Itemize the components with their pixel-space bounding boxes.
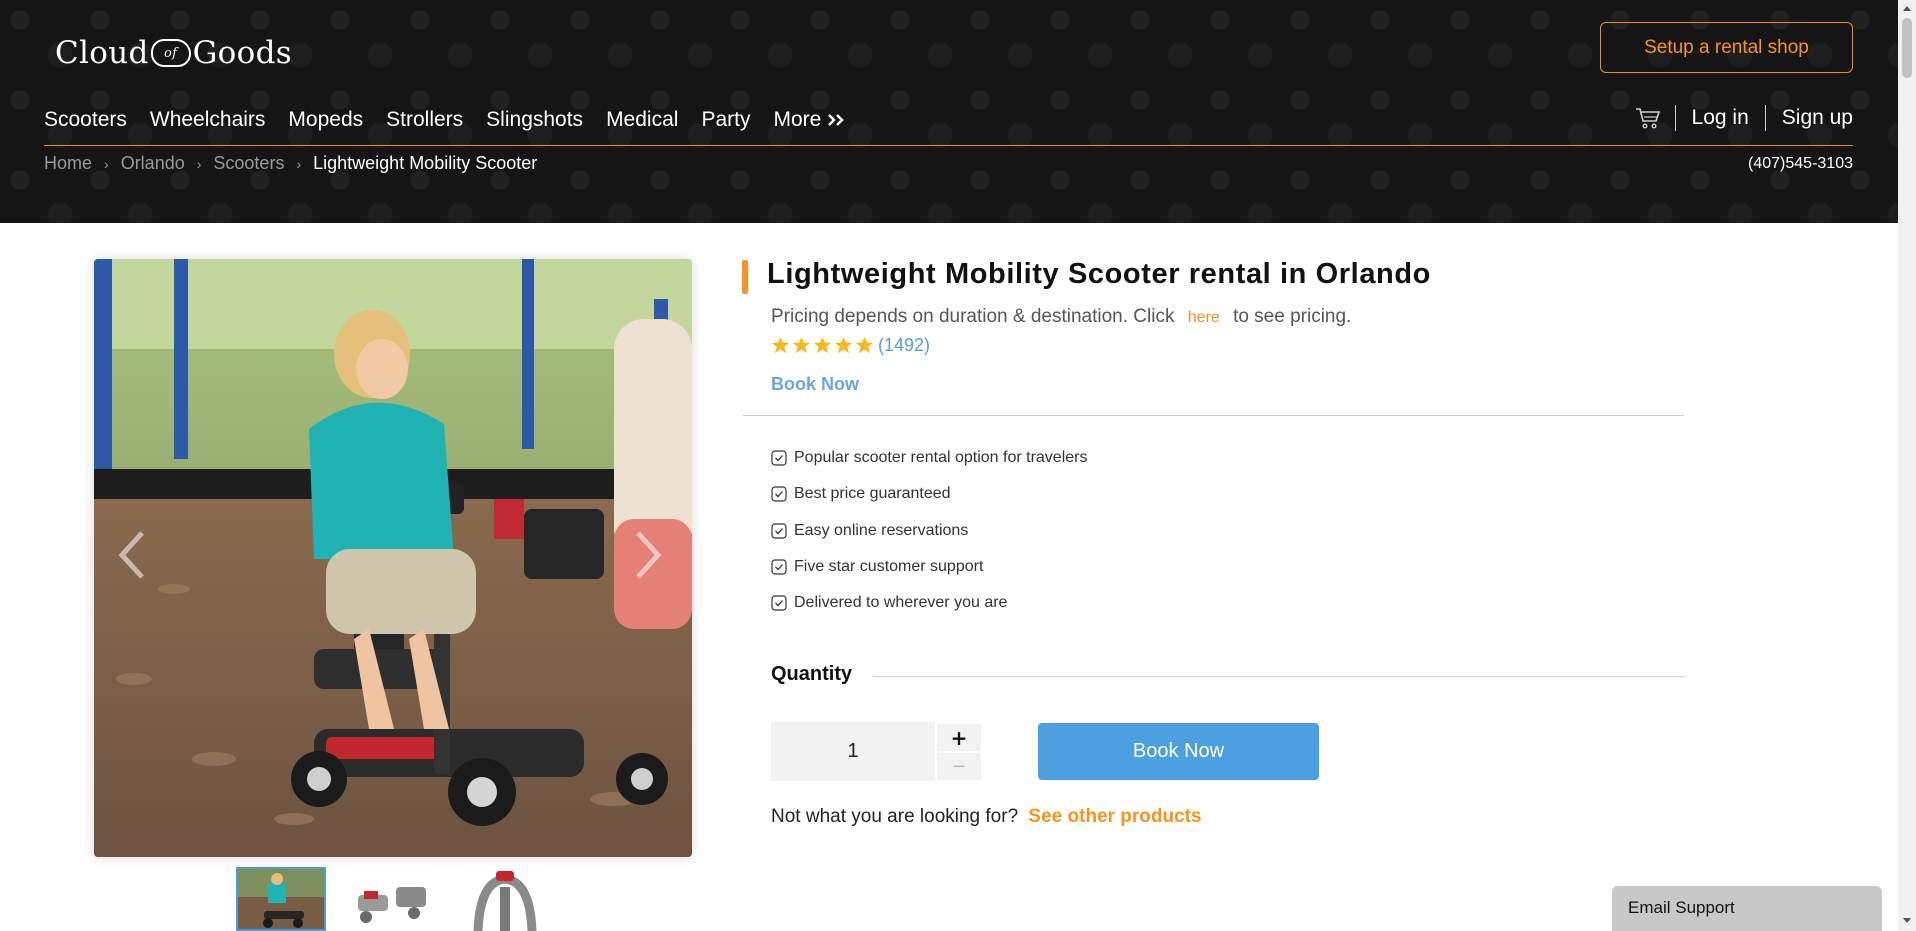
carousel-prev-icon[interactable] [116,529,148,581]
scroll-up-arrow-icon[interactable] [1903,6,1911,11]
nav-wheelchairs[interactable]: Wheelchairs [150,108,266,132]
login-link[interactable]: Log in [1692,106,1749,130]
pricing-text-before: Pricing depends on duration & destinatio… [771,306,1175,327]
setup-rental-shop-button[interactable]: Setup a rental shop [1600,22,1853,73]
review-count[interactable]: (1492) [878,335,930,356]
nav-medical[interactable]: Medical [606,108,678,132]
book-now-button[interactable]: Book Now [1038,723,1319,780]
star-icon [834,336,853,354]
breadcrumb-category[interactable]: Scooters [213,153,284,174]
cart-icon[interactable] [1635,106,1661,130]
thumbnail-2[interactable] [348,867,438,931]
breadcrumb: Home › Orlando › Scooters › Lightweight … [44,153,537,174]
star-icon [792,336,811,354]
feature-text: Popular scooter rental option for travel… [794,449,1088,467]
pricing-note: Pricing depends on duration & destinatio… [771,306,1351,328]
other-products-prompt: Not what you are looking for? See other … [771,806,1202,828]
nav-more[interactable]: More [773,108,845,132]
header-divider [1764,105,1766,131]
signup-link[interactable]: Sign up [1782,106,1853,130]
thumbnail-1[interactable] [236,867,326,931]
quantity-increment-button[interactable]: + [937,724,981,751]
title-accent-bar [742,260,748,294]
nav-scooters[interactable]: Scooters [44,108,127,132]
header-divider [1674,105,1676,131]
checkbox-check-icon [771,450,787,466]
feature-list: Popular scooter rental option for travel… [771,440,1087,621]
star-icon [855,336,874,354]
nav-strollers[interactable]: Strollers [386,108,463,132]
chevron-right-icon: › [296,155,302,172]
thumbnail-strip [236,867,550,931]
logo-cloud-icon: of [150,39,191,67]
checkbox-check-icon [771,486,787,503]
breadcrumb-city[interactable]: Orlando [121,153,185,174]
checkbox-check-icon [771,523,787,539]
feature-item: Delivered to wherever you are [771,585,1087,621]
email-support-widget[interactable]: Email Support [1612,886,1882,931]
checkbox-check-icon [771,559,787,575]
rating[interactable]: (1492) [771,335,930,356]
scooter-rider-thumb-icon [238,869,324,929]
feature-text: Delivered to wherever you are [794,594,1008,612]
header-account-area: Log in Sign up [1635,105,1853,131]
nav-more-label: More [773,108,822,131]
nav-slingshots[interactable]: Slingshots [486,108,583,132]
carousel-next-icon[interactable] [632,529,664,581]
logo-text-middle: of [163,45,178,61]
scooter-folded-thumb-icon [348,867,438,931]
checkbox-check-icon [771,595,787,611]
page-scrollbar[interactable] [1898,0,1916,931]
nav-mopeds[interactable]: Mopeds [288,108,363,132]
breadcrumb-home[interactable]: Home [44,153,92,174]
feature-item: Popular scooter rental option for travel… [771,440,1087,476]
feature-text: Easy online reservations [794,521,969,539]
chevron-right-icon: › [196,155,202,172]
quantity-decrement-button[interactable]: − [937,753,981,780]
phone-number[interactable]: (407)545-3103 [1748,155,1853,173]
book-now-link[interactable]: Book Now [771,374,859,395]
see-other-products-link[interactable]: See other products [1028,806,1201,827]
site-header: Cloud of Goods Setup a rental shop Scoot… [0,0,1898,223]
pricing-text-after: to see pricing. [1233,306,1352,327]
quantity-label: Quantity [771,663,853,685]
product-title: Lightweight Mobility Scooter rental in O… [767,258,1431,290]
pricing-here-link[interactable]: here [1188,309,1220,326]
cloud-of-goods-logo[interactable]: Cloud of Goods [55,33,292,73]
star-icon [771,336,790,354]
quantity-divider [873,676,1684,677]
feature-item: Five star customer support [771,549,1087,585]
logo-text-left: Cloud [55,35,149,71]
chevron-right-icon: › [104,155,109,172]
feature-item: Best price guaranteed [771,476,1087,512]
header-rule [44,145,1853,146]
scooter-tiller-thumb-icon [460,867,550,931]
quantity-input[interactable] [771,722,935,781]
not-looking-text: Not what you are looking for? [771,806,1019,827]
scooter-rider-photo [94,259,692,857]
scrollbar-thumb[interactable] [1902,18,1912,78]
nav-party[interactable]: Party [701,108,750,132]
feature-item: Easy online reservations [771,513,1087,549]
feature-text: Five star customer support [794,558,984,576]
main-nav: Scooters Wheelchairs Mopeds Strollers Sl… [44,108,868,132]
thumbnail-3[interactable] [460,867,550,931]
section-divider [743,415,1684,416]
star-icon [813,336,832,354]
breadcrumb-current: Lightweight Mobility Scooter [313,153,538,173]
logo-text-right: Goods [192,35,292,71]
product-main-image[interactable] [94,259,692,857]
scroll-down-arrow-icon[interactable] [1903,918,1911,923]
double-chevron-right-icon [828,114,845,126]
feature-text: Best price guaranteed [794,485,951,503]
